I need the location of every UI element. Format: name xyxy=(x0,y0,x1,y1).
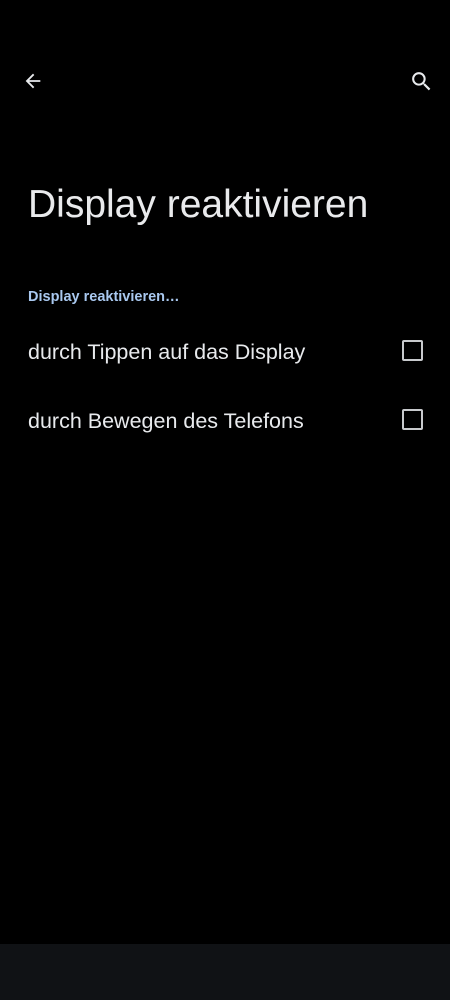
section-header: Display reaktivieren… xyxy=(28,289,180,305)
lift-to-wake-label: durch Bewegen des Telefons xyxy=(28,409,304,433)
search-button[interactable] xyxy=(399,59,443,103)
tap-to-wake-checkbox[interactable] xyxy=(402,340,423,361)
lift-to-wake-checkbox[interactable] xyxy=(402,409,423,430)
page-title: Display reaktivieren xyxy=(28,183,369,226)
tap-to-wake-label: durch Tippen auf das Display xyxy=(28,340,306,364)
navigation-bar xyxy=(0,944,450,1000)
search-icon xyxy=(409,69,434,94)
arrow-back-icon xyxy=(22,70,44,92)
back-button[interactable] xyxy=(11,59,55,103)
lift-to-wake-option[interactable]: durch Bewegen des Telefons xyxy=(0,386,450,454)
tap-to-wake-option[interactable]: durch Tippen auf das Display xyxy=(0,317,450,385)
top-app-bar xyxy=(0,56,450,106)
